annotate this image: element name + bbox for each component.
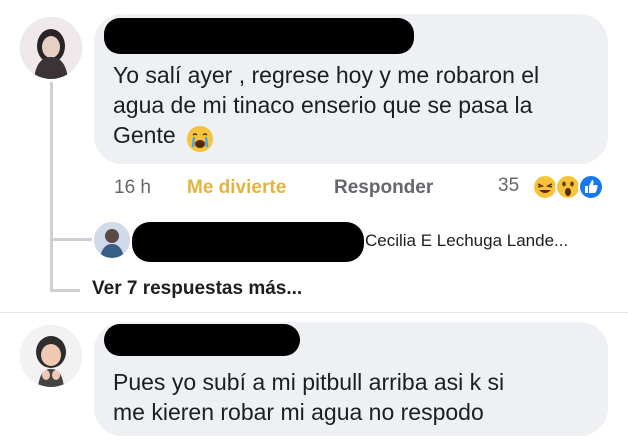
thread-line [50, 82, 53, 292]
avatar[interactable] [94, 222, 130, 258]
reply-preview-name[interactable]: Cecilia E Lechuga Lande... [365, 231, 568, 251]
thread-branch [50, 238, 92, 241]
thread-branch [50, 289, 80, 292]
more-replies-link[interactable]: Ver 7 respuestas más... [92, 278, 302, 300]
avatar[interactable] [20, 17, 82, 79]
comment-text: Pues yo subí a mi pitbull arriba asi k s… [113, 369, 505, 425]
redacted-author-name [104, 18, 414, 54]
like-icon[interactable] [578, 174, 604, 200]
reaction-button[interactable]: Me divierte [187, 177, 286, 199]
reaction-count[interactable]: 35 [498, 175, 519, 197]
crying-emoji-icon [186, 125, 214, 153]
divider [0, 312, 628, 313]
redacted-reply-text [132, 222, 364, 262]
comment-timestamp[interactable]: 16 h [114, 177, 151, 199]
avatar[interactable] [20, 325, 82, 387]
reply-button[interactable]: Responder [334, 177, 433, 199]
redacted-author-name [104, 324, 300, 356]
